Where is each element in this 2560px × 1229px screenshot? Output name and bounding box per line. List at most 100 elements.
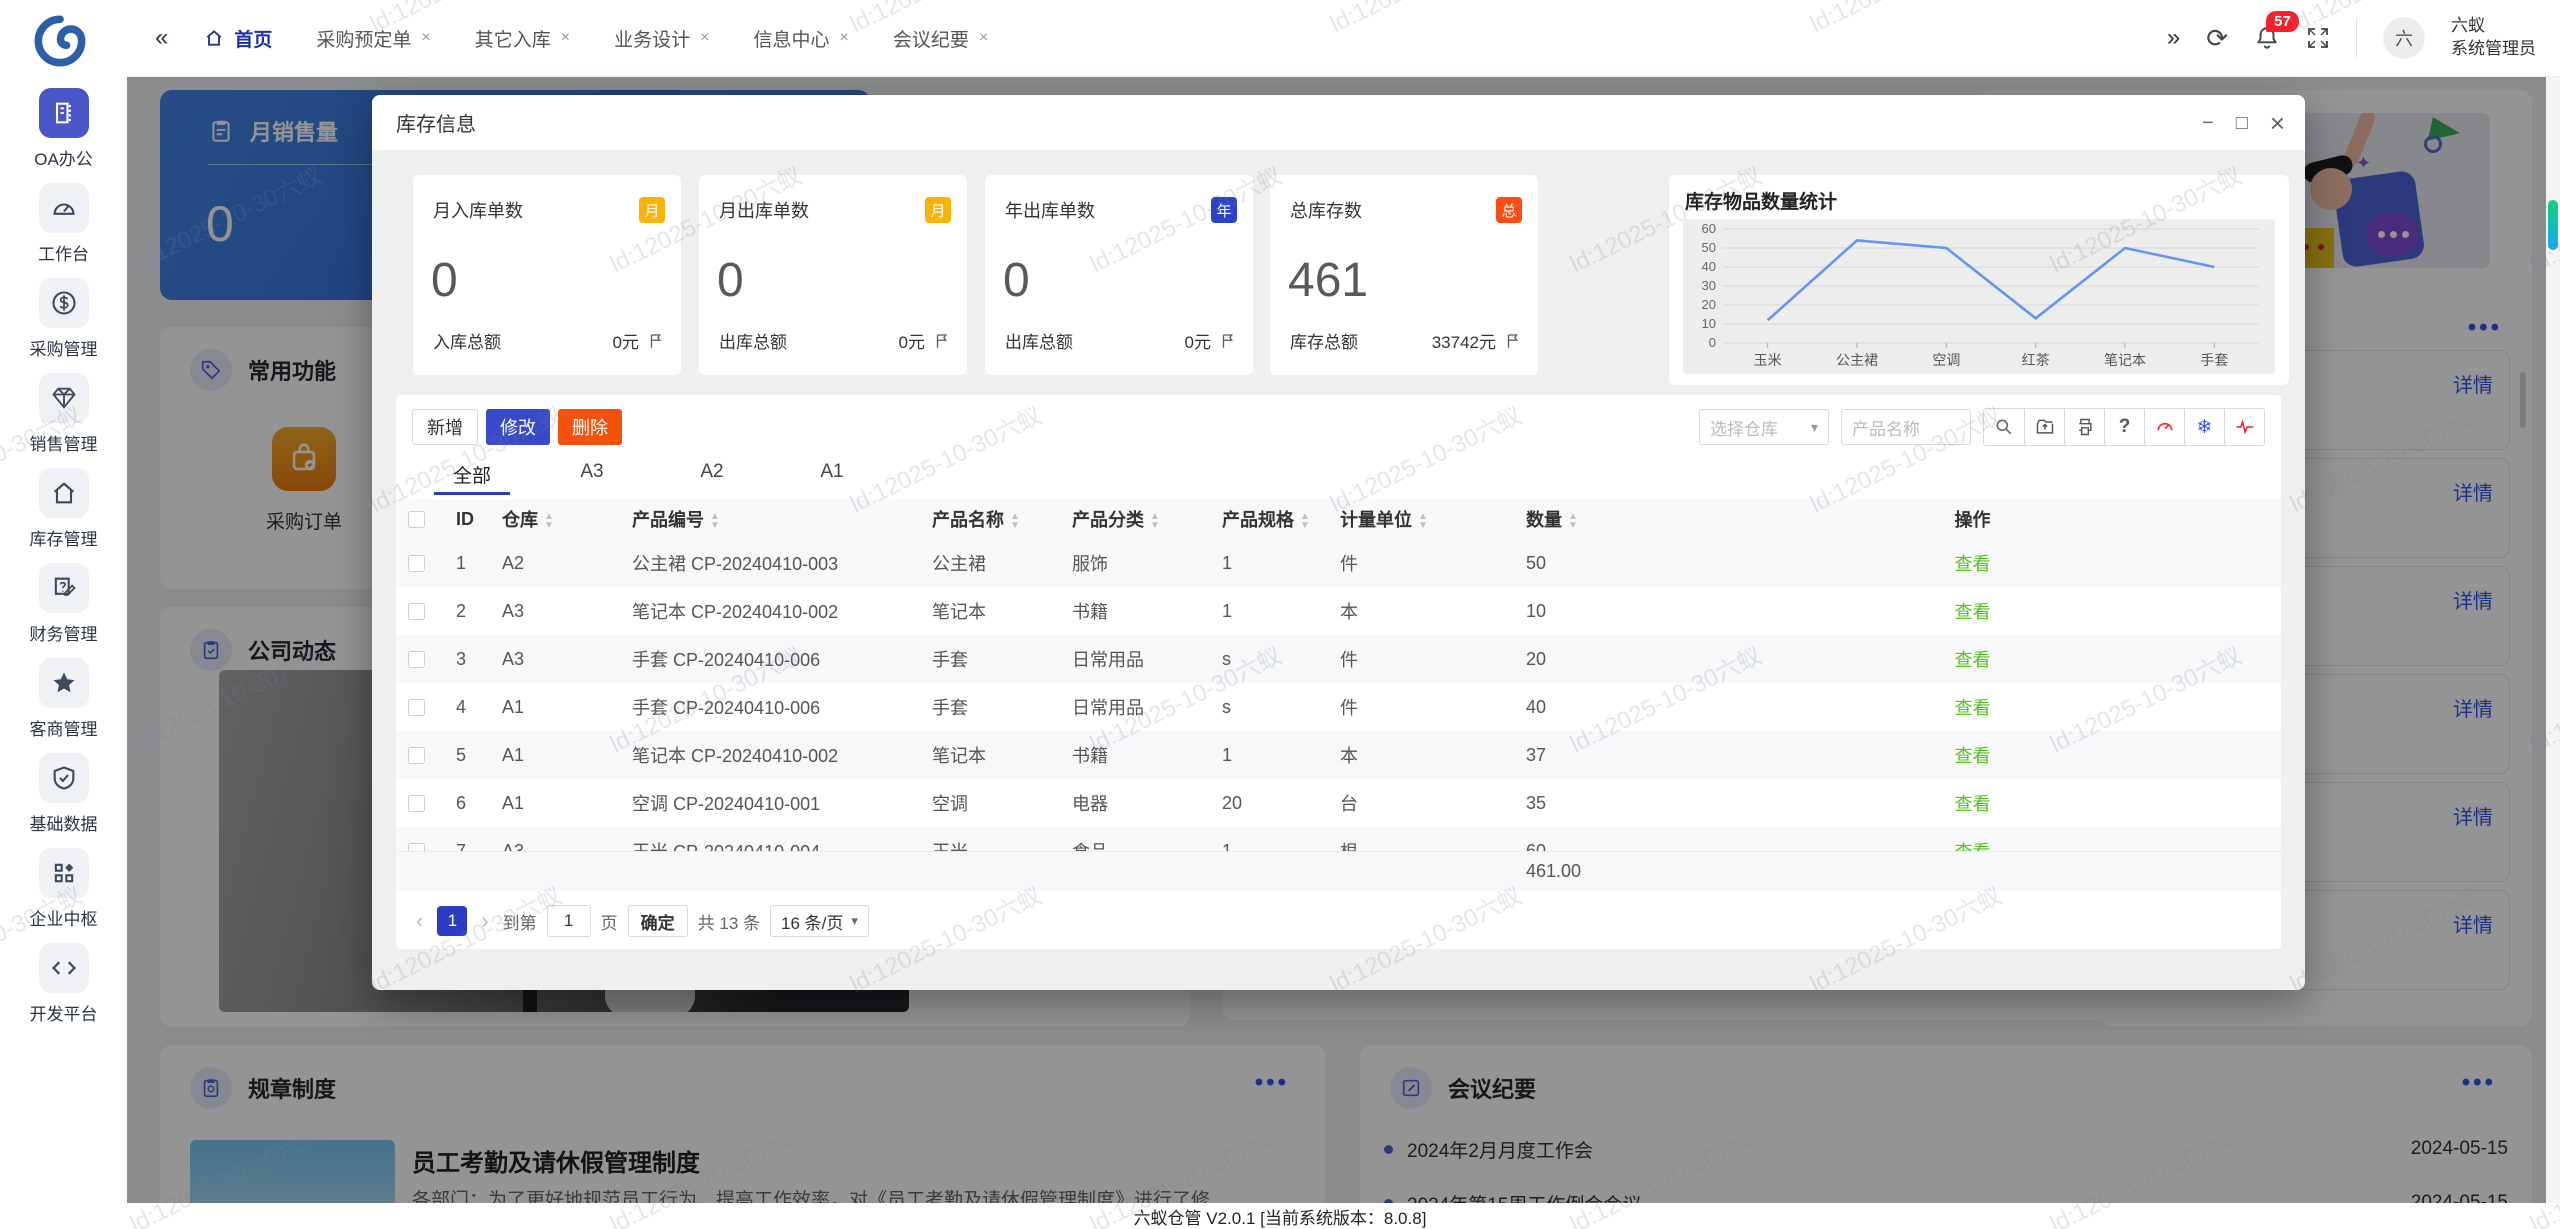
close-tab-icon[interactable]: ×: [700, 29, 709, 47]
column-header-计量单位[interactable]: 计量单位 ▲ ▼: [1328, 499, 1514, 539]
maximize-icon[interactable]: □: [2236, 112, 2248, 135]
sidebar-item-label: 工作台: [38, 245, 89, 264]
fullscreen-icon[interactable]: [2306, 26, 2330, 50]
tab-采购预定单[interactable]: 采购预定单 ×: [298, 17, 448, 60]
tab-会议纪要[interactable]: 会议纪要 ×: [875, 17, 1006, 60]
minimize-icon[interactable]: −: [2202, 112, 2214, 135]
tab-首页[interactable]: 首页: [186, 17, 290, 60]
sidebar-item-基础数据[interactable]: 基础数据: [0, 753, 127, 848]
sidebar-item-label: 客商管理: [29, 720, 98, 739]
view-link[interactable]: 查看: [1955, 698, 1991, 718]
expand-tabs-icon[interactable]: »: [2167, 24, 2180, 52]
current-page-button[interactable]: 1: [437, 906, 468, 936]
column-header-数量[interactable]: 数量 ▲ ▼: [1514, 499, 1664, 539]
column-header-产品分类[interactable]: 产品分类 ▲ ▼: [1060, 499, 1210, 539]
sort-icon[interactable]: ▲ ▼: [544, 512, 554, 531]
search-icon[interactable]: [1984, 409, 2024, 445]
home-icon: [204, 28, 224, 48]
sort-icon[interactable]: ▲ ▼: [710, 512, 720, 531]
row-checkbox[interactable]: [408, 602, 425, 620]
新增-button[interactable]: 新增: [412, 409, 478, 445]
row-checkbox[interactable]: [408, 746, 425, 764]
sort-icon[interactable]: ▲ ▼: [1418, 512, 1428, 531]
close-icon[interactable]: ×: [2270, 108, 2285, 139]
sidebar-item-采购管理[interactable]: 采购管理: [0, 278, 127, 373]
user-info[interactable]: 六蚁 系统管理员: [2451, 15, 2536, 61]
svg-text:10: 10: [1702, 316, 1716, 331]
column-header-产品名称[interactable]: 产品名称 ▲ ▼: [920, 499, 1060, 539]
avatar[interactable]: 六: [2383, 17, 2425, 59]
sidebar-item-工作台[interactable]: 工作台: [0, 183, 127, 278]
page-size-select[interactable]: 16 条/页 ▾: [770, 905, 869, 937]
sort-icon[interactable]: ▲ ▼: [1568, 512, 1578, 531]
tab-其它入库[interactable]: 其它入库 ×: [457, 17, 588, 60]
sidebar-item-财务管理[interactable]: 财务管理: [0, 563, 127, 658]
view-link[interactable]: 查看: [1955, 794, 1991, 814]
goto-page-input[interactable]: 1: [546, 905, 591, 937]
row-checkbox[interactable]: [408, 650, 425, 668]
view-link[interactable]: 查看: [1955, 746, 1991, 766]
next-page-icon[interactable]: ›: [477, 908, 492, 934]
close-tab-icon[interactable]: ×: [979, 29, 988, 47]
prev-page-icon[interactable]: ‹: [412, 908, 427, 934]
warehouse-tab-A1[interactable]: A1: [772, 455, 892, 495]
修改-button[interactable]: 修改: [486, 409, 550, 445]
view-link[interactable]: 查看: [1955, 842, 1991, 851]
table-cell: s: [1210, 635, 1328, 683]
gem-icon: [38, 373, 89, 423]
删除-button[interactable]: 删除: [558, 409, 622, 445]
select-all-checkbox[interactable]: [408, 510, 425, 528]
close-tab-icon[interactable]: ×: [561, 29, 570, 47]
sidebar-item-开发平台[interactable]: 开发平台: [0, 943, 127, 1038]
pulse-icon[interactable]: [2224, 409, 2264, 445]
sort-icon[interactable]: ▲ ▼: [1150, 512, 1160, 531]
view-link[interactable]: 查看: [1955, 554, 1991, 574]
warehouse-select[interactable]: 选择仓库 ▾: [1699, 409, 1829, 445]
warehouse-tab-A2[interactable]: A2: [652, 455, 772, 495]
page-scrollbar[interactable]: [2546, 77, 2560, 1203]
modal-header[interactable]: 库存信息 − □ ×: [372, 95, 2305, 151]
row-checkbox[interactable]: [408, 554, 425, 572]
confirm-button[interactable]: 确定: [627, 905, 688, 937]
table-cell: 手套 CP-20240410-006: [620, 635, 920, 683]
view-link[interactable]: 查看: [1955, 650, 1991, 670]
table-cell: A3: [502, 600, 525, 621]
close-tab-icon[interactable]: ×: [421, 29, 430, 47]
sidebar-item-OA办公[interactable]: OA办公: [0, 88, 127, 183]
sidebar-item-销售管理[interactable]: 销售管理: [0, 373, 127, 468]
notifications-button[interactable]: 57: [2254, 11, 2299, 51]
collapse-tabs-icon[interactable]: «: [155, 24, 168, 52]
warehouse-tab-全部[interactable]: 全部: [412, 455, 532, 495]
table-cell: 食品: [1060, 827, 1210, 851]
row-checkbox[interactable]: [408, 842, 425, 851]
product-name-input[interactable]: 产品名称: [1841, 409, 1971, 445]
sidebar-item-库存管理[interactable]: 库存管理: [0, 468, 127, 563]
table-cell: 1: [1210, 827, 1328, 851]
app-logo-icon[interactable]: [34, 15, 86, 67]
table-cell: 3: [444, 635, 490, 683]
row-checkbox[interactable]: [408, 794, 425, 812]
table-cell: 玉米: [920, 827, 1060, 851]
sidebar-item-企业中枢[interactable]: 企业中枢: [0, 848, 127, 943]
export-icon[interactable]: [2024, 409, 2064, 445]
print-icon[interactable]: [2064, 409, 2104, 445]
column-header-产品编号[interactable]: 产品编号 ▲ ▼: [620, 499, 920, 539]
sort-icon[interactable]: ▲ ▼: [1010, 512, 1020, 531]
close-tab-icon[interactable]: ×: [839, 29, 848, 47]
tab-信息中心[interactable]: 信息中心 ×: [735, 17, 866, 60]
warehouse-tab-A3[interactable]: A3: [532, 455, 652, 495]
refresh-icon[interactable]: ⟳: [2206, 23, 2228, 54]
column-header-仓库[interactable]: 仓库 ▲ ▼: [490, 499, 620, 539]
sort-icon[interactable]: ▲ ▼: [1300, 512, 1310, 531]
tab-业务设计[interactable]: 业务设计 ×: [596, 17, 727, 60]
sidebar-item-客商管理[interactable]: 客商管理: [0, 658, 127, 753]
column-header-产品规格[interactable]: 产品规格 ▲ ▼: [1210, 499, 1328, 539]
row-checkbox[interactable]: [408, 698, 425, 716]
table-cell: 4: [456, 696, 467, 717]
table-cell: 空调: [932, 794, 968, 814]
gauge-icon[interactable]: [2144, 409, 2184, 445]
snowflake-icon[interactable]: ❄: [2184, 409, 2224, 445]
view-link[interactable]: 查看: [1955, 602, 1991, 622]
scrollbar-thumb[interactable]: [2548, 200, 2558, 250]
help-icon[interactable]: ?: [2104, 409, 2144, 445]
